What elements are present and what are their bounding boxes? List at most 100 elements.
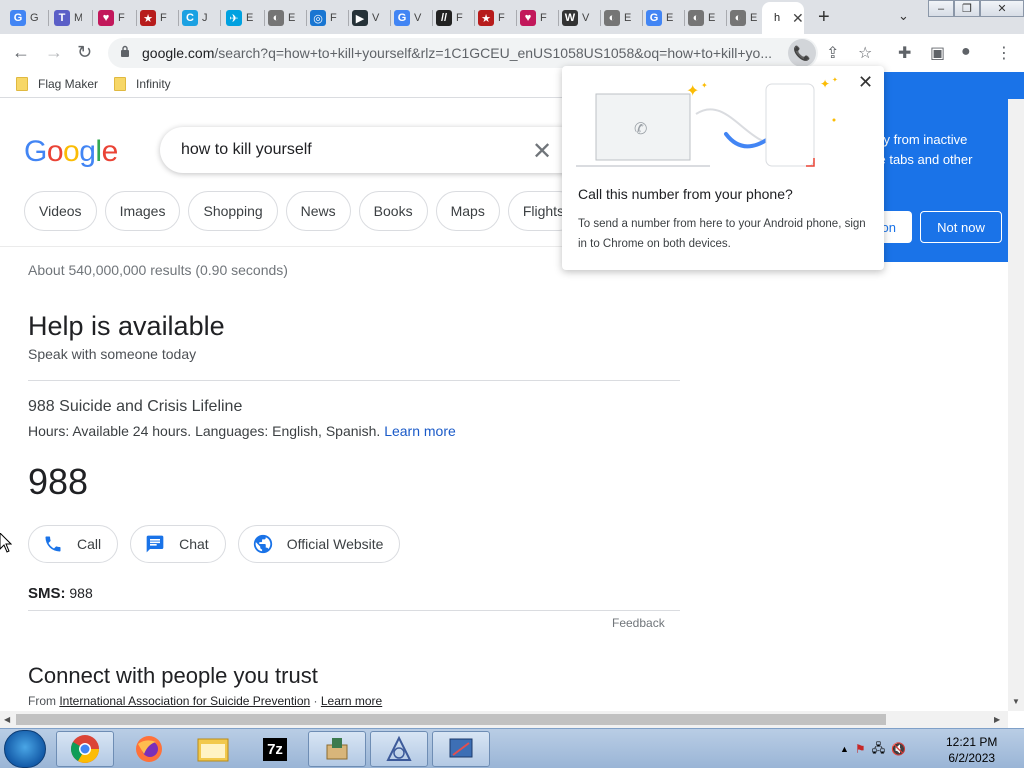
browser-tab[interactable]: GE (646, 4, 674, 32)
search-query[interactable]: how to kill yourself (181, 141, 312, 159)
tray-expand-icon[interactable]: ▲ (840, 744, 849, 754)
action-center-flag-icon[interactable]: ⚑ (855, 742, 866, 756)
7zip-app[interactable]: 7z (246, 731, 304, 767)
browser-tab[interactable]: GV (394, 4, 422, 32)
google-logo[interactable]: Google (24, 135, 118, 169)
browser-tab[interactable]: ◐ E (688, 4, 716, 32)
explorer-app[interactable] (184, 731, 242, 767)
browser-tab[interactable]: ◎ F (310, 4, 338, 32)
browser-tab[interactable]: TM (54, 4, 82, 32)
browser-tab[interactable]: ♥ F (520, 4, 548, 32)
menu-dots-icon[interactable]: ⋮ (996, 43, 1012, 63)
browser-tab[interactable]: ★ F (140, 4, 168, 32)
search-box[interactable]: how to kill yourself ✕ (160, 127, 590, 173)
bookmark-flag-maker[interactable]: Flag Maker (16, 77, 98, 91)
divider (28, 380, 680, 381)
scroll-left-arrow-icon[interactable]: ◀ (4, 715, 10, 724)
vertical-scrollbar[interactable]: ▼ (1008, 99, 1024, 711)
browser-tab[interactable]: ◐ E (268, 4, 296, 32)
installer-app[interactable] (308, 731, 366, 767)
profile-icon[interactable]: ● (961, 43, 971, 61)
reload-icon[interactable]: ↻ (77, 42, 92, 63)
bookmark-star-icon[interactable]: ☆ (858, 43, 872, 63)
tab-favicon-icon: ◐ (688, 10, 704, 26)
chip-news[interactable]: News (285, 191, 351, 231)
folder-icon (197, 738, 229, 762)
back-arrow-icon[interactable]: ← (12, 42, 30, 63)
tab-separator (92, 10, 93, 26)
horizontal-scroll-thumb[interactable] (16, 714, 886, 725)
address-bar[interactable]: google.com/search?q=how+to+kill+yourself… (108, 38, 818, 68)
lifeline-hours: Hours: Available 24 hours. Languages: En… (28, 423, 456, 439)
tab-favicon-icon: ◐ (604, 10, 620, 26)
browser-tab[interactable]: GG (10, 4, 38, 32)
browser-tab[interactable]: ✈ E (226, 4, 254, 32)
close-tab-icon[interactable]: ✕ (792, 10, 804, 27)
tab-separator (558, 10, 559, 26)
result-stats: About 540,000,000 results (0.90 seconds) (28, 262, 288, 278)
start-button[interactable] (4, 730, 46, 768)
browser-tab[interactable]: // F (436, 4, 464, 32)
share-icon[interactable]: ⇪ (826, 43, 839, 63)
browser-tab[interactable]: ♥ F (98, 4, 126, 32)
chip-images[interactable]: Images (104, 191, 181, 231)
active-tab-title: h (774, 12, 781, 24)
browser-tab[interactable]: ◐ E (730, 4, 758, 32)
restore-button[interactable]: ❐ (954, 0, 980, 17)
chrome-app[interactable] (56, 731, 114, 767)
horizontal-scrollbar[interactable]: ◀ ▶ (0, 711, 1008, 728)
logo-letter: o (63, 135, 80, 168)
minimize-button[interactable]: – (928, 0, 954, 17)
tab-separator (178, 10, 179, 26)
tab-separator (48, 10, 49, 26)
close-dialog-icon[interactable]: ✕ (858, 72, 873, 93)
connect-learn-more-link[interactable]: Learn more (321, 694, 382, 708)
taskbar-clock[interactable]: 12:21 PM 6/2/2023 (946, 734, 997, 766)
side-panel-icon[interactable]: ▣ (930, 43, 945, 63)
chat-button[interactable]: Chat (130, 525, 226, 563)
browser-tab[interactable]: ▶ V (352, 4, 380, 32)
tab-favicon-icon: ★ (478, 10, 494, 26)
network-icon[interactable]: 🖧 (872, 739, 885, 760)
firefox-app[interactable] (120, 731, 178, 767)
close-window-button[interactable]: ✕ (980, 0, 1024, 17)
tab-title: F (456, 12, 463, 24)
active-tab[interactable]: h ✕ (762, 2, 804, 34)
tab-title: E (750, 12, 758, 24)
chip-maps[interactable]: Maps (435, 191, 500, 231)
browser-tab[interactable]: CJ (182, 4, 210, 32)
promo-not-now-button[interactable]: Not now (920, 211, 1002, 243)
windows-taskbar: 7z ▲ ⚑ 🖧 🔇 12:21 PM 6/2/2023 (0, 728, 1024, 768)
installer-icon (326, 738, 348, 760)
browser-tab[interactable]: ◐ E (604, 4, 632, 32)
browser-tab[interactable]: ★ F (478, 4, 506, 32)
send-to-phone-icon[interactable]: 📞 (788, 39, 816, 67)
tab-title: V (372, 12, 380, 24)
help-title: Help is available (28, 311, 225, 341)
scroll-down-arrow-icon[interactable]: ▼ (1012, 697, 1020, 706)
bookmark-infinity[interactable]: Infinity (114, 77, 171, 91)
official-website-button[interactable]: Official Website (237, 525, 401, 563)
source-link[interactable]: International Association for Suicide Pr… (59, 694, 310, 708)
tab-title: F (118, 12, 125, 24)
clear-search-icon[interactable]: ✕ (532, 137, 552, 166)
chip-videos[interactable]: Videos (24, 191, 97, 231)
forward-arrow-icon[interactable]: → (45, 42, 63, 63)
call-button[interactable]: Call (28, 525, 119, 563)
new-tab-plus-icon[interactable]: + (818, 6, 830, 29)
chip-shopping[interactable]: Shopping (188, 191, 278, 231)
tab-separator (642, 10, 643, 26)
folder-icon (114, 77, 126, 91)
volume-muted-icon[interactable]: 🔇 (891, 742, 906, 756)
learn-more-link[interactable]: Learn more (384, 423, 456, 439)
settings-app[interactable] (432, 731, 490, 767)
extensions-puzzle-icon[interactable]: ✚ (898, 43, 911, 63)
tab-separator (474, 10, 475, 26)
chip-books[interactable]: Books (358, 191, 428, 231)
feedback-link[interactable]: Feedback (612, 616, 665, 630)
tab-search-chevron-icon[interactable]: ⌄ (898, 8, 909, 24)
browser-tab[interactable]: WV (562, 4, 590, 32)
scroll-right-arrow-icon[interactable]: ▶ (994, 715, 1000, 724)
ai-app[interactable] (370, 731, 428, 767)
tab-favicon-icon: G (394, 10, 410, 26)
